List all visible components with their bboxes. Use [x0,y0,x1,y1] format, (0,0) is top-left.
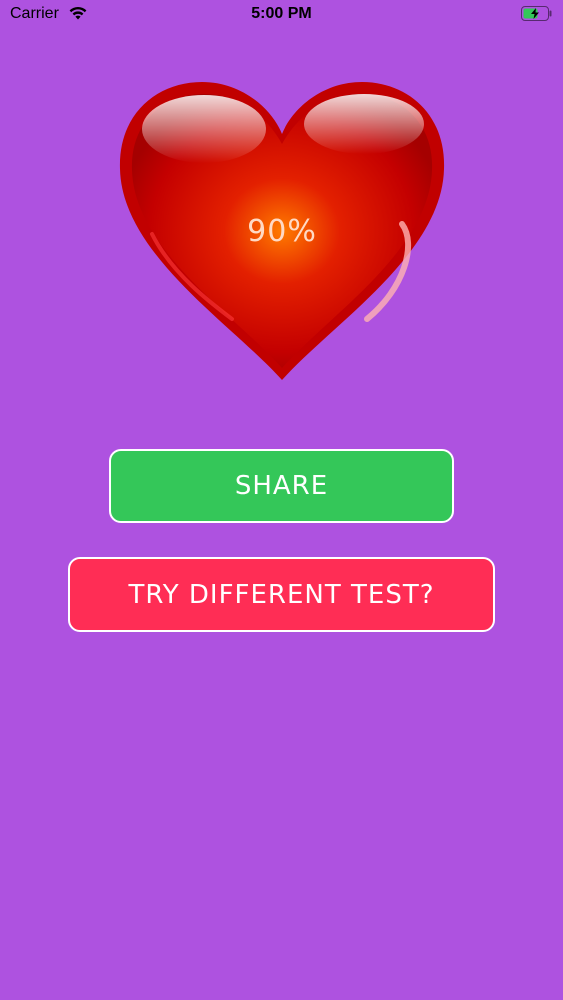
share-button-label: SHARE [234,471,329,501]
try-different-test-label: TRY DIFFERENT TEST? [128,579,435,610]
battery-charging-icon [521,6,552,21]
status-bar: Carrier 5:00 PM [0,0,563,30]
match-percent: 90% [247,214,317,249]
clock: 5:00 PM [251,5,312,22]
heart-result: 90% [112,74,452,384]
try-different-test-button[interactable]: TRY DIFFERENT TEST? [68,557,495,632]
share-button[interactable]: SHARE [109,449,454,523]
